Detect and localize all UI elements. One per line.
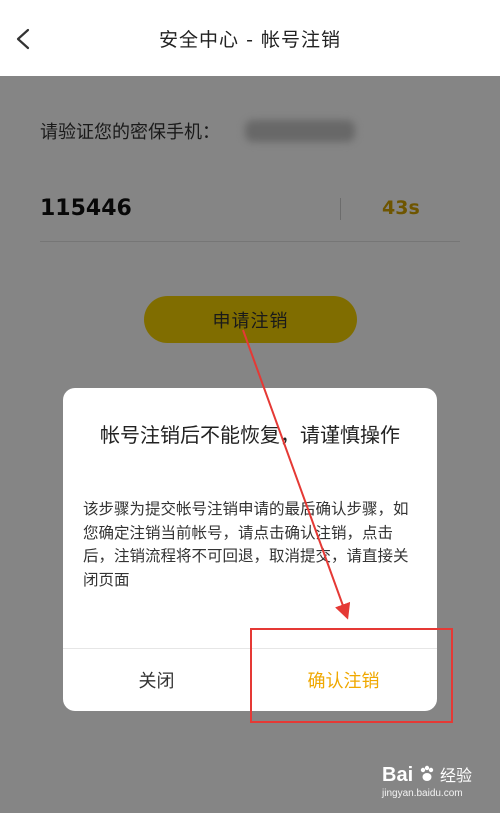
watermark-suffix: 经验 xyxy=(440,768,473,785)
watermark-url: jingyan.baidu.com xyxy=(382,788,463,799)
paw-icon xyxy=(420,765,433,781)
baidu-jingyan-watermark: Bai 经验 jingyan.baidu.com xyxy=(382,762,492,799)
watermark-logo: Bai xyxy=(382,764,414,786)
annotation-highlight-box xyxy=(250,628,453,723)
